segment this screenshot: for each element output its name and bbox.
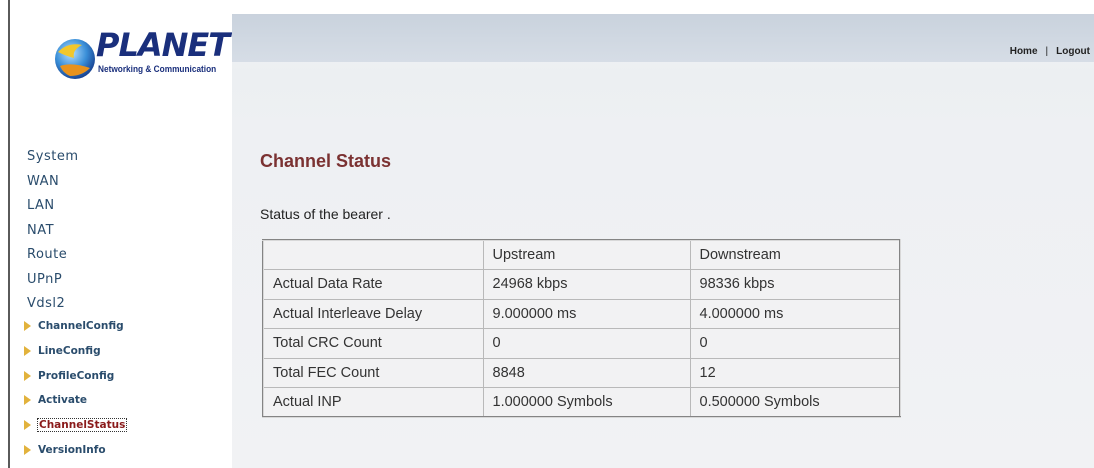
row-label: Actual Interleave Delay xyxy=(262,298,484,329)
arrow-right-icon xyxy=(24,370,31,381)
globe-icon xyxy=(55,39,95,79)
upstream-value: 0 xyxy=(482,328,691,359)
nav-item-upnp[interactable]: UPnP xyxy=(27,268,78,293)
submenu-label: ChannelConfig xyxy=(38,320,124,333)
submenu-label: ChannelStatus xyxy=(36,418,128,433)
submenu-item-channelconfig[interactable]: ChannelConfig xyxy=(24,314,126,339)
arrow-right-icon xyxy=(24,420,31,431)
upstream-value: 9.000000 ms xyxy=(482,298,691,329)
header-cell xyxy=(262,239,484,270)
submenu-item-channelstatus[interactable]: ChannelStatus xyxy=(24,413,128,438)
arrow-right-icon xyxy=(24,321,31,332)
submenu-item-versioninfo[interactable]: VersionInfo xyxy=(24,437,126,462)
nav-item-wan[interactable]: WAN xyxy=(27,170,78,195)
table-header-row: Upstream Downstream xyxy=(262,239,901,270)
row-label: Total FEC Count xyxy=(262,357,484,388)
submenu-item-activate[interactable]: Activate xyxy=(24,388,126,413)
main-nav: System WAN LAN NAT Route UPnP Vdsl2 xyxy=(27,145,78,317)
arrow-right-icon xyxy=(24,444,31,455)
top-bar xyxy=(232,14,1094,62)
table-row: Actual Interleave Delay 9.000000 ms 4.00… xyxy=(262,298,901,329)
left-border xyxy=(8,0,10,468)
link-separator: | xyxy=(1045,46,1049,57)
upstream-value: 24968 kbps xyxy=(482,269,691,300)
brand-tagline: Networking & Communication xyxy=(98,64,217,74)
nav-item-vdsl2[interactable]: Vdsl2 xyxy=(27,292,78,317)
channel-status-table: Upstream Downstream Actual Data Rate 249… xyxy=(262,239,901,418)
nav-item-route[interactable]: Route xyxy=(27,243,78,268)
downstream-value: 0 xyxy=(689,328,901,359)
table-row: Actual INP 1.000000 Symbols 0.500000 Sym… xyxy=(262,387,901,418)
submenu-item-lineconfig[interactable]: LineConfig xyxy=(24,339,126,364)
page-description: Status of the bearer . xyxy=(260,206,391,222)
row-label: Actual INP xyxy=(262,387,484,418)
row-label: Actual Data Rate xyxy=(262,269,484,300)
page-title: Channel Status xyxy=(260,151,392,171)
planet-logo: PLANET Networking & Communication xyxy=(52,26,230,86)
table-row: Total FEC Count 8848 12 xyxy=(262,357,901,388)
downstream-value: 12 xyxy=(689,357,901,388)
arrow-right-icon xyxy=(24,346,31,357)
downstream-value: 4.000000 ms xyxy=(689,298,901,329)
downstream-value: 0.500000 Symbols xyxy=(689,387,901,418)
row-label: Total CRC Count xyxy=(262,328,484,359)
vdsl2-submenu: ChannelConfig LineConfig ProfileConfig A… xyxy=(24,314,128,462)
nav-item-lan[interactable]: LAN xyxy=(27,194,78,219)
logout-link[interactable]: Logout xyxy=(1056,46,1090,57)
submenu-label: Activate xyxy=(38,394,88,407)
top-links: Home | Logout xyxy=(1010,46,1090,57)
upstream-value: 8848 xyxy=(482,357,691,388)
header-cell: Downstream xyxy=(689,239,901,270)
submenu-label: VersionInfo xyxy=(38,443,106,456)
nav-item-nat[interactable]: NAT xyxy=(27,219,78,244)
submenu-label: ProfileConfig xyxy=(38,369,115,382)
header-cell: Upstream xyxy=(482,239,691,270)
content-area: Home | Logout Channel Status Status of the… xyxy=(232,14,1094,468)
upstream-value: 1.000000 Symbols xyxy=(482,387,691,418)
home-link[interactable]: Home xyxy=(1010,46,1038,57)
submenu-item-profileconfig[interactable]: ProfileConfig xyxy=(24,363,126,388)
downstream-value: 98336 kbps xyxy=(689,269,901,300)
brand-name: PLANET xyxy=(96,26,230,64)
table-row: Total CRC Count 0 0 xyxy=(262,328,901,359)
table-row: Actual Data Rate 24968 kbps 98336 kbps xyxy=(262,269,901,300)
nav-item-system[interactable]: System xyxy=(27,145,78,170)
arrow-right-icon xyxy=(24,395,31,406)
submenu-label: LineConfig xyxy=(38,345,101,358)
